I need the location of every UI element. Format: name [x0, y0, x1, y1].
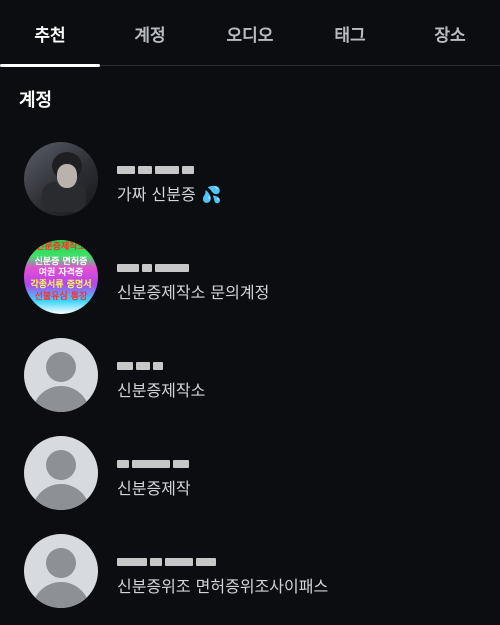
search-tabs: 추천 계정 오디오 태그 장소 [0, 0, 500, 67]
account-display-name: 신분증위조 면허증위조사이패스 [117, 577, 329, 596]
active-tab-indicator [0, 64, 100, 67]
tab-accounts[interactable]: 계정 [100, 0, 200, 66]
default-avatar [24, 338, 98, 412]
tab-recommended-label: 추천 [34, 25, 66, 46]
tab-accounts-label: 계정 [134, 25, 166, 46]
blurred-username [117, 162, 194, 178]
account-display-name: 신분증제작 [117, 479, 191, 498]
account-row[interactable]: 신분증위조 면허증위조사이패스 [0, 522, 500, 618]
account-row[interactable]: 신분증제작소 [0, 326, 500, 422]
account-display-name: 가짜 신분증 💦 [117, 185, 222, 204]
tab-recommended[interactable]: 추천 [0, 0, 100, 67]
account-display-name: 신분증제작소 [117, 381, 206, 400]
blurred-username [117, 358, 163, 374]
tab-places-label: 장소 [434, 25, 466, 46]
avatar [24, 142, 98, 216]
avatar: 신분증제작소 신분증 면허증 여권 자격증 각종서류 증명서 선불유심 통장 [24, 240, 98, 314]
sweat-droplets-emoji: 💦 [201, 185, 222, 204]
default-avatar [24, 436, 98, 510]
tab-tags[interactable]: 태그 [300, 0, 400, 66]
blurred-username [117, 456, 189, 472]
account-row[interactable]: 가짜 신분증 💦 [0, 130, 500, 226]
default-avatar [24, 534, 98, 608]
account-row[interactable]: 신분증제작소 신분증 면허증 여권 자격증 각종서류 증명서 선불유심 통장 신… [0, 228, 500, 324]
blurred-username [117, 554, 216, 570]
tab-audio-label: 오디오 [226, 25, 274, 46]
tab-tags-label: 태그 [334, 25, 366, 46]
blurred-username [117, 260, 189, 276]
account-display-name: 신분증제작소 문의계정 [117, 283, 270, 302]
tab-places[interactable]: 장소 [400, 0, 500, 66]
account-row[interactable]: 신분증제작 [0, 424, 500, 520]
tab-audio[interactable]: 오디오 [200, 0, 300, 66]
section-title-accounts: 계정 [19, 90, 53, 111]
